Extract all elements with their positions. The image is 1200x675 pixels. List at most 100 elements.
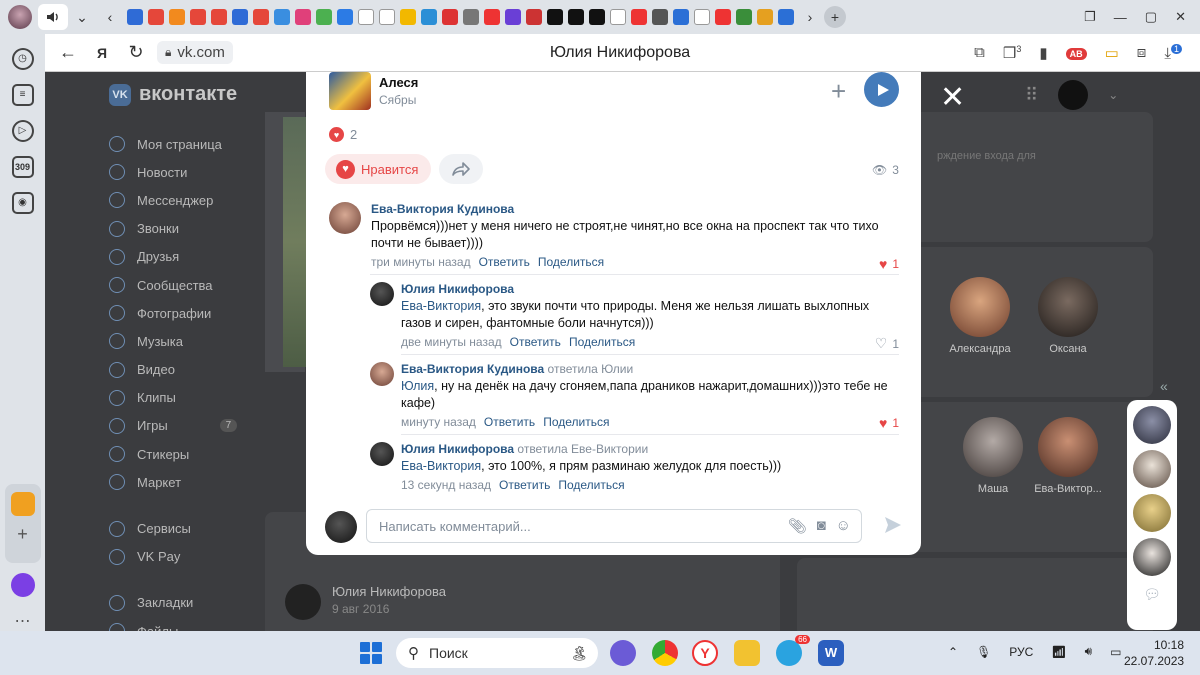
comment-author[interactable]: Ева-Виктория Кудинова <box>371 202 881 216</box>
comment-mention[interactable]: Юлия <box>401 379 434 393</box>
play-button[interactable] <box>864 72 899 107</box>
vk-logo[interactable]: VK вконтакте <box>109 83 237 106</box>
comment-time[interactable]: три минуты назад <box>371 255 471 269</box>
chat-avatar[interactable] <box>1133 450 1171 488</box>
counter-badge-icon[interactable]: 309 <box>11 155 34 178</box>
chat-bubble-icon[interactable]: 💬︎ <box>1127 586 1177 603</box>
vk-nav-news[interactable]: Новости <box>109 158 237 186</box>
friend-item[interactable]: Маша <box>953 417 1033 495</box>
pinned-tab-favicon-icon[interactable] <box>714 9 731 25</box>
pinned-tab-favicon-icon[interactable] <box>126 9 143 25</box>
comment-like[interactable]: ♥ 1 <box>879 256 899 272</box>
yandex-browser-app-icon[interactable]: Y <box>692 640 718 666</box>
pinned-tab-favicon-icon[interactable] <box>462 9 479 25</box>
pinned-tab-favicon-icon[interactable] <box>399 9 416 25</box>
vk-nav-friends[interactable]: Друзья <box>109 243 237 271</box>
notes-icon[interactable]: ≡ <box>11 83 34 106</box>
add-app-plus-icon[interactable]: + <box>17 524 28 545</box>
telegram-app-icon[interactable]: 66 <box>776 635 810 666</box>
comment-time[interactable]: минуту назад <box>401 415 476 429</box>
share-link[interactable]: Поделиться <box>558 478 624 492</box>
close-window-icon[interactable]: ✕ <box>1175 9 1186 25</box>
adblock-badge-icon[interactable]: AB <box>1065 44 1087 61</box>
track-title[interactable]: Алеся <box>379 75 418 90</box>
windows-start-icon[interactable] <box>360 642 382 664</box>
track-artist[interactable]: Сябры <box>379 93 418 107</box>
friend-item[interactable]: Оксана <box>1028 277 1108 355</box>
new-tab-plus-icon[interactable]: + <box>824 6 846 28</box>
back-arrow-icon[interactable]: ← <box>51 42 85 63</box>
comment-time[interactable]: 13 секунд назад <box>401 478 491 492</box>
reply-link[interactable]: Ответить <box>499 478 550 492</box>
teams-app-icon[interactable] <box>610 640 636 666</box>
comment-avatar[interactable] <box>370 362 394 386</box>
language-indicator[interactable]: РУС <box>1009 645 1033 659</box>
share-link[interactable]: Поделиться <box>543 415 609 429</box>
pinned-tab-favicon-icon[interactable] <box>483 9 500 25</box>
vk-nav-messenger[interactable]: Мессенджер <box>109 186 237 214</box>
collections-icon[interactable]: ❐ <box>1084 9 1096 25</box>
pinned-tab-favicon-icon[interactable] <box>693 9 710 25</box>
comment-mention[interactable]: Ева-Виктория <box>401 299 481 313</box>
audio-track[interactable]: Алеся Сябры <box>329 72 418 110</box>
pinned-tab-favicon-icon[interactable] <box>630 9 647 25</box>
extensions-icon[interactable]: ⧈ <box>1137 44 1147 61</box>
pinned-tab-favicon-icon[interactable] <box>588 9 605 25</box>
vk-post-avatar[interactable] <box>285 584 321 620</box>
emoji-smile-icon[interactable]: ☺ <box>836 517 851 535</box>
pinned-tab-favicon-icon[interactable] <box>525 9 542 25</box>
share-link[interactable]: Поделиться <box>569 335 635 349</box>
chrome-app-icon[interactable] <box>652 640 678 666</box>
chat-avatar[interactable] <box>1133 494 1171 532</box>
alice-assistant-icon[interactable] <box>10 573 35 597</box>
vk-nav-phone[interactable]: Звонки <box>109 215 237 243</box>
vk-post-author[interactable]: Юлия Никифорова <box>332 584 446 599</box>
pinned-tab-favicon-icon[interactable] <box>210 9 227 25</box>
vk-nav-services[interactable]: Сервисы <box>109 514 237 542</box>
vk-nav-games[interactable]: Игры 7 <box>109 412 238 440</box>
comment-time[interactable]: две минуты назад <box>401 335 502 349</box>
comment-input[interactable]: Написать комментарий... 📎︎ ◙ ☺ <box>366 509 862 543</box>
like-button[interactable]: ♥ Нравится <box>325 154 431 184</box>
pinned-tab-favicon-icon[interactable] <box>735 9 752 25</box>
bookmark-icon[interactable]: ▮ <box>1039 44 1047 62</box>
browser-profile-avatar[interactable] <box>8 5 32 29</box>
tray-chevron-up-icon[interactable]: ⌃ <box>948 645 958 659</box>
comment-author[interactable]: Ева-Виктория Кудинова ответила Юлии <box>401 362 891 376</box>
share-link[interactable]: Поделиться <box>538 255 604 269</box>
pinned-tab-favicon-icon[interactable] <box>672 9 689 25</box>
pinned-tab-favicon-icon[interactable] <box>378 9 395 25</box>
pinned-tab-favicon-icon[interactable] <box>147 9 164 25</box>
vk-nav-profile[interactable]: Моя страница <box>109 130 237 158</box>
vk-nav-clips[interactable]: Клипы <box>109 384 237 412</box>
vk-nav-stickers[interactable]: Стикеры <box>109 440 237 468</box>
downloads-icon[interactable]: ⤓ 1 <box>1164 43 1182 62</box>
send-button[interactable] <box>883 515 903 540</box>
attach-paperclip-icon[interactable]: 📎︎ <box>788 517 807 535</box>
friend-item[interactable]: Ева-Виктор... <box>1028 417 1108 495</box>
friend-item[interactable]: Александра <box>940 277 1020 355</box>
comment-author[interactable]: Юлия Никифорова <box>401 282 881 296</box>
tabs-scroll-right-icon[interactable]: › <box>796 5 824 29</box>
apps-grid-icon[interactable]: ⠿ <box>1025 85 1038 106</box>
restore-icon[interactable]: ▢ <box>1145 9 1157 25</box>
comment-avatar[interactable] <box>329 202 361 234</box>
pinned-tab-favicon-icon[interactable] <box>567 9 584 25</box>
vk-nav-bookmarks[interactable]: Закладки <box>109 589 237 617</box>
yandex-home-icon[interactable]: Я <box>85 45 119 61</box>
volume-icon[interactable]: 🔊︎ <box>1085 644 1093 659</box>
vk-nav-market[interactable]: Маркет <box>109 468 237 496</box>
collapse-chats-icon[interactable]: « <box>1160 378 1168 394</box>
comment-like[interactable]: ♡ 1 <box>875 335 899 352</box>
vk-nav-photos[interactable]: Фотографии <box>109 299 237 327</box>
pinned-tab-favicon-icon[interactable] <box>420 9 437 25</box>
battery-saver-icon[interactable]: ▭ <box>1105 44 1119 62</box>
minimize-icon[interactable]: — <box>1114 10 1127 25</box>
taskbar-search[interactable]: ⚲ Поиск 🏝︎ <box>396 638 598 668</box>
mail-app-icon[interactable] <box>10 491 35 516</box>
media-player-icon[interactable]: ▷ <box>11 119 34 142</box>
comment-like[interactable]: ♥ 1 <box>879 415 899 431</box>
pinned-tab-favicon-icon[interactable] <box>189 9 206 25</box>
pinned-tab-favicon-icon[interactable] <box>504 9 521 25</box>
word-app-icon[interactable]: W <box>818 640 844 666</box>
